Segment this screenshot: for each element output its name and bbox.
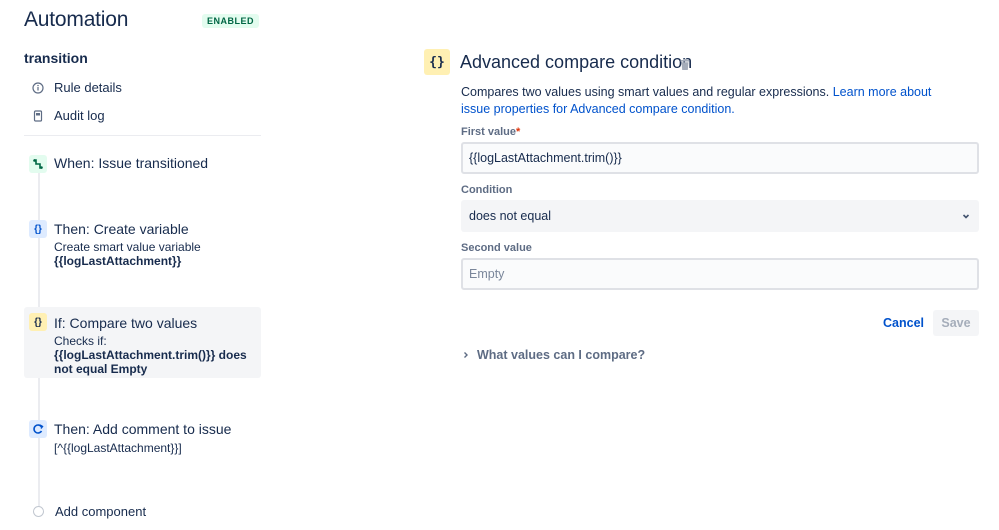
step-title: Then: Create variable [54, 221, 189, 237]
first-value-label: First value* [461, 126, 521, 138]
document-icon [32, 109, 44, 122]
comment-icon [29, 420, 47, 438]
step-description: [^{{logLastAttachment}}] [54, 441, 182, 455]
add-component-label: Add component [55, 504, 147, 519]
braces-icon: {} [29, 220, 47, 238]
nav-rule-details[interactable]: Rule details [32, 80, 122, 95]
step-compare-values[interactable]: {} If: Compare two values Checks if: {{l… [24, 307, 261, 378]
cancel-button[interactable]: Cancel [876, 310, 931, 336]
required-mark: * [516, 126, 521, 138]
step-description: Checks if: {{logLastAttachment.trim()}} … [54, 334, 247, 376]
step-add-comment[interactable]: Then: Add comment to issue [^{{logLastAt… [24, 418, 261, 458]
second-value-input[interactable] [461, 258, 979, 290]
transition-icon [29, 155, 47, 173]
braces-icon: {} [424, 49, 450, 75]
rule-name: transition [24, 50, 88, 66]
step-title: If: Compare two values [54, 315, 198, 331]
condition-label: Condition [461, 184, 513, 196]
step-title: When: Issue transitioned [54, 155, 209, 171]
trash-icon[interactable] [680, 57, 690, 70]
chevron-down-icon [961, 211, 971, 221]
nav-audit-log[interactable]: Audit log [32, 108, 105, 123]
divider [24, 135, 261, 136]
first-value-input[interactable] [461, 142, 979, 174]
step-trigger[interactable]: When: Issue transitioned [24, 153, 261, 175]
status-badge: ENABLED [202, 14, 260, 28]
editor-title: Advanced compare condition [460, 52, 693, 72]
expander-label: What values can I compare? [477, 348, 646, 362]
condition-select[interactable]: does not equal [461, 200, 979, 232]
step-description: Create smart value variable {{logLastAtt… [54, 240, 201, 268]
add-component-button[interactable]: Add component [33, 504, 146, 519]
step-title: Then: Add comment to issue [54, 421, 232, 437]
editor-description: Compares two values using smart values a… [461, 85, 932, 116]
braces-icon: {} [29, 313, 47, 331]
second-value-label: Second value [461, 242, 532, 254]
nav-audit-log-label: Audit log [54, 108, 105, 123]
nav-rule-details-label: Rule details [54, 80, 122, 95]
step-create-variable[interactable]: {} Then: Create variable Create smart va… [24, 218, 261, 268]
condition-selected: does not equal [469, 209, 552, 223]
save-button[interactable]: Save [933, 310, 979, 336]
info-icon [32, 81, 44, 94]
chevron-right-icon [462, 350, 470, 360]
values-help-expander[interactable]: What values can I compare? [462, 348, 645, 362]
add-circle-icon [33, 506, 44, 517]
page-title: Automation [24, 8, 129, 31]
